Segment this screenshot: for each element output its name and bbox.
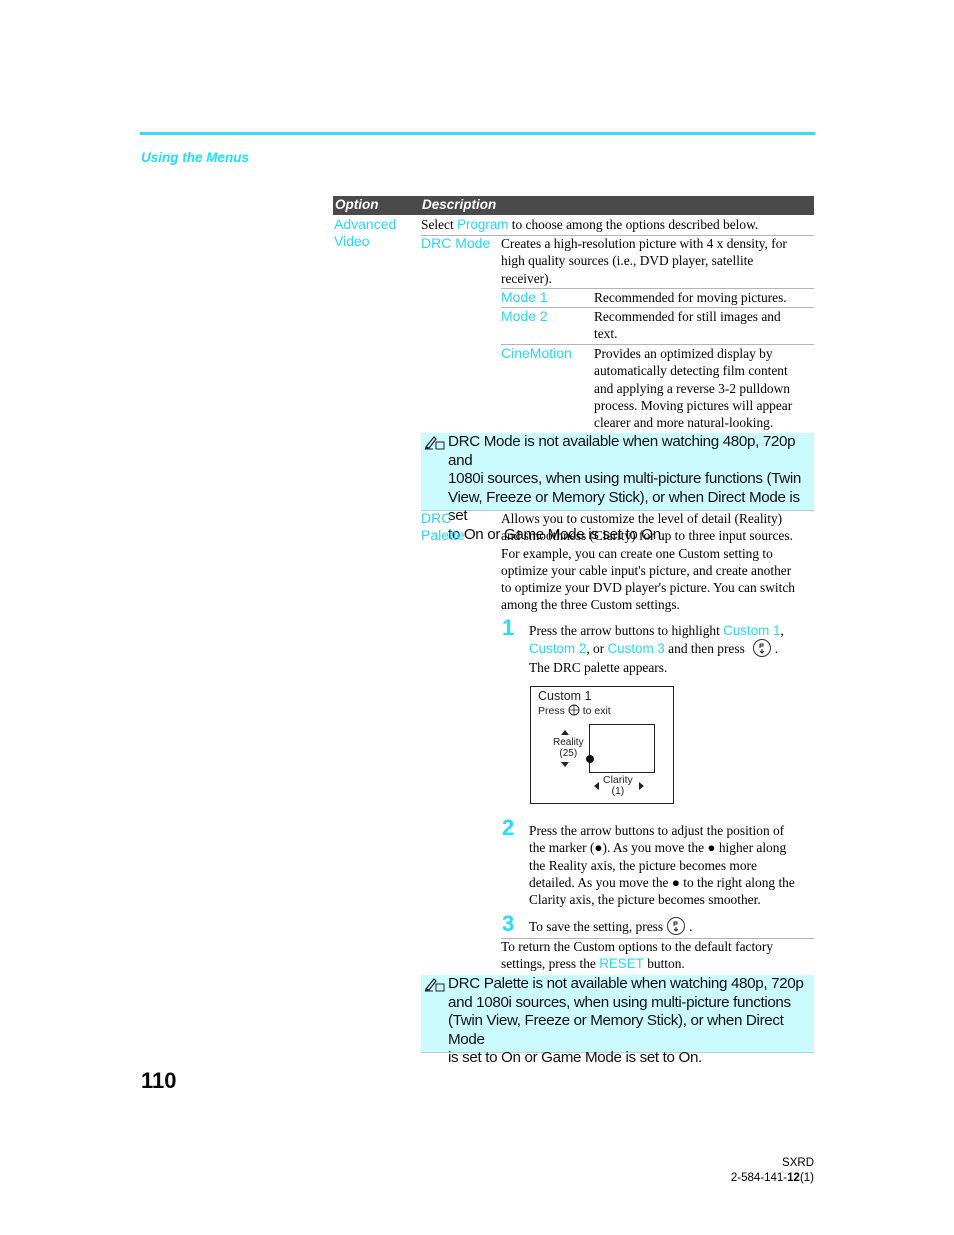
cinemotion-description: Provides an optimized display by automat…: [594, 346, 793, 431]
mode-2-description: Recommended for still images and text.: [594, 309, 781, 342]
drc-palette-illustration: Custom 1 Press to exit Reality (25) Clar…: [530, 686, 674, 804]
option-intro: Select Program to choose among the optio…: [421, 217, 759, 232]
column-header-option: Option: [335, 197, 379, 212]
reset-button-label: RESET: [599, 956, 644, 972]
step-1-text: Press the arrow buttons to highlight Cus…: [529, 623, 784, 676]
enter-button-icon: [667, 916, 686, 935]
mode-1-label: Mode 1: [501, 289, 548, 305]
step-3-text: To save the setting, press.: [529, 916, 819, 937]
reset-instructions: To return the Custom options to the defa…: [501, 939, 774, 972]
drc-mode-label: DRC Mode: [421, 235, 491, 251]
step-2-number: 2: [502, 815, 515, 840]
footer-code: SXRD 2-584-141-12(1): [731, 1156, 814, 1186]
clarity-left-arrow-icon: [594, 782, 599, 790]
reality-up-arrow-icon: [561, 730, 569, 735]
program-link: Program: [457, 217, 509, 232]
palette-graph-area: [589, 724, 655, 773]
table-header: Option Description: [333, 196, 814, 215]
palette-exit-hint: Press to exit: [538, 704, 611, 717]
custom-3-link: Custom 3: [607, 641, 665, 657]
section-title: Using the Menus: [141, 150, 250, 165]
custom-1-link: Custom 1: [723, 623, 781, 638]
drc-palette-note-text: DRC Palette is not available when watchi…: [448, 975, 804, 1067]
document-code: 2-584-141-12(1): [730, 1172, 814, 1184]
page-number: 110: [141, 1068, 177, 1093]
enter-button-icon: [752, 639, 771, 658]
option-advanced-video: Advanced Video: [334, 216, 396, 251]
drc-palette-note: DRC Palette is not available when watchi…: [421, 975, 814, 1066]
palette-marker: [586, 755, 594, 763]
clarity-axis-label: Clarity (1): [603, 774, 633, 797]
palette-title: Custom 1: [538, 689, 592, 703]
joystick-icon: [568, 704, 580, 716]
option-label-line2: Video: [334, 233, 370, 250]
pen-note-icon: [424, 436, 445, 450]
model-name: SXRD: [782, 1157, 814, 1169]
column-header-description: Description: [422, 197, 497, 212]
cinemotion-label: CineMotion: [501, 345, 572, 361]
mode-2-label: Mode 2: [501, 308, 548, 324]
reality-axis-label: Reality (25): [553, 737, 584, 759]
drc-mode-description: Creates a high-resolution picture with 4…: [501, 236, 787, 286]
drc-palette-description: Allows you to customize the level of det…: [501, 511, 795, 613]
mode-1-description: Recommended for moving pictures.: [594, 290, 787, 305]
step-3-number: 3: [502, 911, 515, 936]
options-table: Option Description: [333, 196, 814, 215]
pen-note-icon: [424, 978, 445, 992]
reality-down-arrow-icon: [561, 762, 569, 767]
header-rule: [140, 132, 815, 135]
clarity-right-arrow-icon: [639, 782, 644, 790]
step-1-number: 1: [502, 615, 515, 640]
drc-palette-label: DRC Palette: [421, 510, 465, 544]
drc-mode-note: DRC Mode is not available when watching …: [421, 433, 814, 543]
custom-2-link: Custom 2: [529, 641, 587, 657]
step-2-text: Press the arrow buttons to adjust the po…: [529, 823, 795, 908]
option-label-line1: Advanced: [334, 216, 397, 232]
